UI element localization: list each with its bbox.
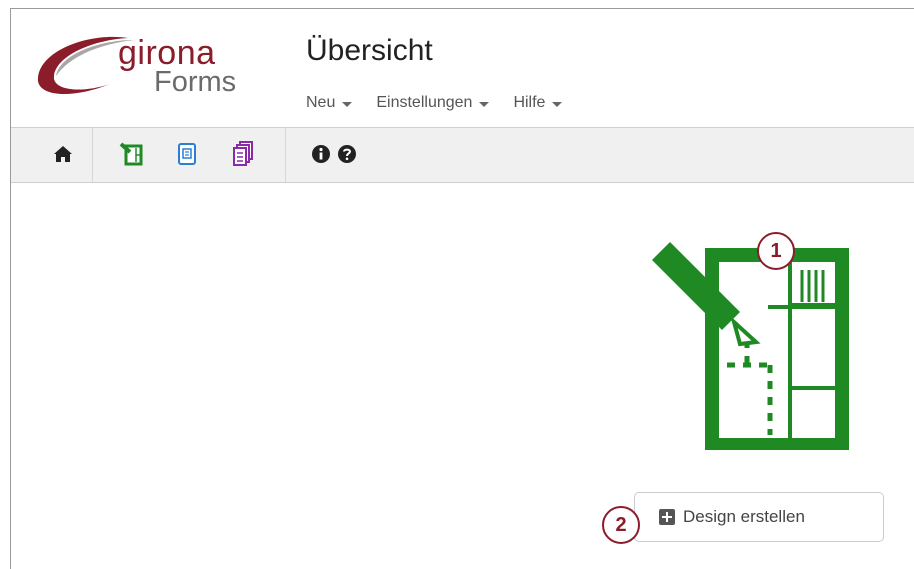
menu-new[interactable]: Neu bbox=[306, 94, 353, 112]
menu-help-label: Hilfe bbox=[513, 94, 546, 111]
form-document-button[interactable] bbox=[171, 138, 203, 170]
plus-square-icon bbox=[659, 509, 675, 525]
toolbar bbox=[11, 127, 914, 183]
form-design-icon bbox=[652, 242, 849, 450]
multi-document-button[interactable] bbox=[227, 138, 259, 170]
toolbar-separator bbox=[92, 128, 93, 182]
callout-badge-1: 1 bbox=[757, 232, 795, 270]
form-document-icon bbox=[178, 143, 196, 165]
menu-help[interactable]: Hilfe bbox=[513, 94, 563, 112]
toolbar-separator bbox=[285, 128, 286, 182]
chevron-down-icon bbox=[479, 101, 490, 107]
info-icon bbox=[312, 145, 330, 163]
chevron-down-icon bbox=[552, 101, 563, 107]
home-button[interactable] bbox=[47, 138, 79, 170]
frame-top-border bbox=[10, 8, 914, 9]
logo-text-forms: Forms bbox=[154, 66, 237, 98]
design-form-icon bbox=[119, 142, 143, 166]
create-design-button[interactable]: Design erstellen bbox=[634, 492, 884, 542]
girona-forms-logo[interactable]: girona Forms bbox=[30, 20, 270, 110]
question-icon bbox=[338, 145, 356, 163]
menu-settings[interactable]: Einstellungen bbox=[376, 94, 490, 112]
design-form-button[interactable] bbox=[115, 138, 147, 170]
main-menu: Neu Einstellungen Hilfe bbox=[306, 94, 563, 112]
menu-new-label: Neu bbox=[306, 94, 336, 111]
chevron-down-icon bbox=[342, 101, 353, 107]
home-icon bbox=[54, 146, 72, 162]
callout-badge-2: 2 bbox=[602, 506, 640, 544]
frame-left-border bbox=[10, 8, 11, 569]
menu-settings-label: Einstellungen bbox=[376, 94, 473, 111]
page-title: Übersicht bbox=[306, 34, 433, 67]
help-button[interactable] bbox=[331, 138, 363, 170]
multi-document-icon bbox=[233, 141, 253, 166]
create-design-label: Design erstellen bbox=[683, 507, 805, 526]
